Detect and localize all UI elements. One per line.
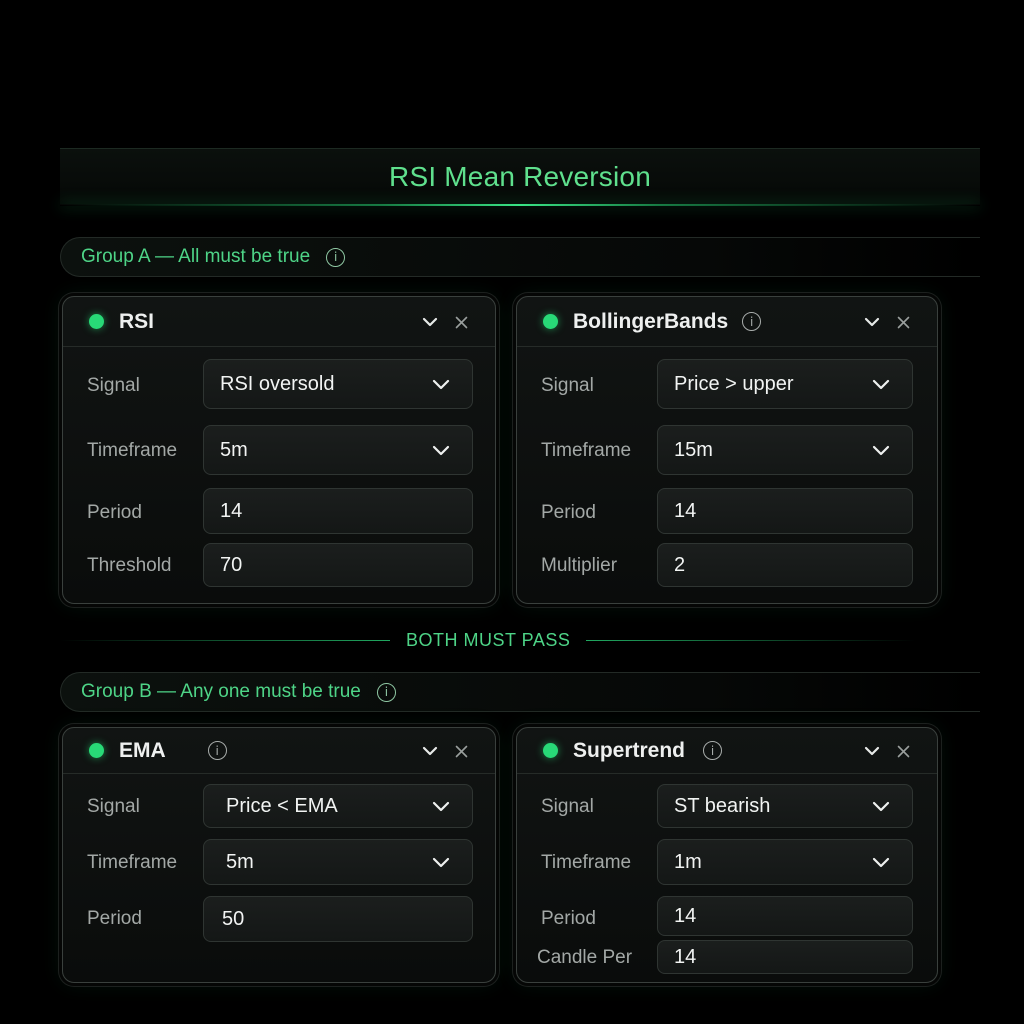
divider-line [60,639,390,641]
period-label: Period [87,908,142,929]
chevron-down-icon [872,426,890,474]
condition-card-rsi: RSI Signal RSI oversold Timeframe 5m Per… [62,296,496,604]
condition-card-ema: EMA i Signal Price < EMA Timeframe 5m Pe… [62,727,496,983]
signal-label: Signal [87,796,140,817]
card-header: BollingerBands i [517,297,937,347]
period-label: Period [541,908,596,929]
signal-select[interactable]: ST bearish [657,784,913,828]
timeframe-select[interactable]: 1m [657,839,913,885]
signal-value: RSI oversold [220,372,335,395]
signal-label: Signal [87,375,140,396]
timeframe-value: 15m [674,438,713,461]
card-title: BollingerBands [573,309,729,333]
group-combiner: BOTH MUST PASS [60,628,980,652]
signal-label: Signal [541,375,594,396]
period-input[interactable]: 14 [657,488,913,534]
candle-period-label: Candle Per [537,947,633,968]
multiplier-value: 2 [674,553,686,576]
timeframe-value: 1m [674,850,702,873]
collapse-chevron-down-icon[interactable] [863,742,881,760]
timeframe-select[interactable]: 5m [203,425,473,475]
timeframe-label: Timeframe [541,440,632,461]
signal-value: ST bearish [674,794,771,817]
candle-period-value: 14 [674,945,697,968]
period-input[interactable]: 14 [203,488,473,534]
group-a-label: Group A — All must be true [81,246,311,267]
info-icon[interactable]: i [703,741,723,760]
threshold-value: 70 [220,553,243,576]
group-b-label: Group B — Any one must be true [81,681,361,702]
timeframe-label: Timeframe [87,852,178,873]
signal-select[interactable]: Price > upper [657,359,913,409]
timeframe-value: 5m [220,438,248,461]
multiplier-label: Multiplier [541,555,618,576]
status-dot-icon [89,314,104,329]
card-header: EMA i [63,728,495,774]
period-value: 14 [674,499,697,522]
strategy-header: RSI Mean Reversion [60,148,980,206]
status-dot-icon [543,314,558,329]
info-icon[interactable]: i [376,682,396,702]
period-label: Period [87,502,142,523]
chevron-down-icon [872,840,890,884]
period-value: 14 [220,499,243,522]
chevron-down-icon [872,785,890,827]
chevron-down-icon [432,785,450,827]
period-input[interactable]: 50 [203,896,473,942]
card-header: Supertrend i [517,728,937,774]
status-dot-icon [89,743,104,758]
chevron-down-icon [432,360,450,408]
condition-card-supertrend: Supertrend i Signal ST bearish Timeframe… [516,727,938,983]
info-icon[interactable]: i [742,312,762,331]
close-icon[interactable] [453,314,469,330]
signal-select[interactable]: Price < EMA [203,784,473,828]
candle-period-input[interactable]: 14 [657,940,913,974]
signal-label: Signal [541,796,594,817]
multiplier-input[interactable]: 2 [657,543,913,587]
condition-card-bollingerbands: BollingerBands i Signal Price > upper Ti… [516,296,938,604]
card-title: Supertrend [573,738,686,762]
signal-select[interactable]: RSI oversold [203,359,473,409]
timeframe-label: Timeframe [87,440,178,461]
group-a-header[interactable]: Group A — All must be true i [60,237,980,277]
card-title: EMA [119,738,166,762]
status-dot-icon [543,743,558,758]
collapse-chevron-down-icon[interactable] [421,313,439,331]
chevron-down-icon [432,426,450,474]
divider-line [586,639,917,641]
combiner-label: BOTH MUST PASS [406,629,571,650]
info-icon[interactable]: i [207,741,227,760]
card-title: RSI [119,309,155,333]
close-icon[interactable] [895,314,911,330]
close-icon[interactable] [895,743,911,759]
threshold-label: Threshold [87,555,172,576]
period-value: 50 [222,907,245,930]
close-icon[interactable] [453,743,469,759]
period-value: 14 [674,904,697,927]
timeframe-select[interactable]: 15m [657,425,913,475]
strategy-title: RSI Mean Reversion [389,161,651,192]
period-input[interactable]: 14 [657,896,913,936]
collapse-chevron-down-icon[interactable] [863,313,881,331]
card-header: RSI [63,297,495,347]
threshold-input[interactable]: 70 [203,543,473,587]
timeframe-select[interactable]: 5m [203,839,473,885]
collapse-chevron-down-icon[interactable] [421,742,439,760]
timeframe-label: Timeframe [541,852,632,873]
chevron-down-icon [432,840,450,884]
period-label: Period [541,502,596,523]
chevron-down-icon [872,360,890,408]
group-b-header[interactable]: Group B — Any one must be true i [60,672,980,712]
info-icon[interactable]: i [326,247,346,267]
timeframe-value: 5m [226,850,254,873]
signal-value: Price < EMA [226,794,338,817]
signal-value: Price > upper [674,372,794,395]
